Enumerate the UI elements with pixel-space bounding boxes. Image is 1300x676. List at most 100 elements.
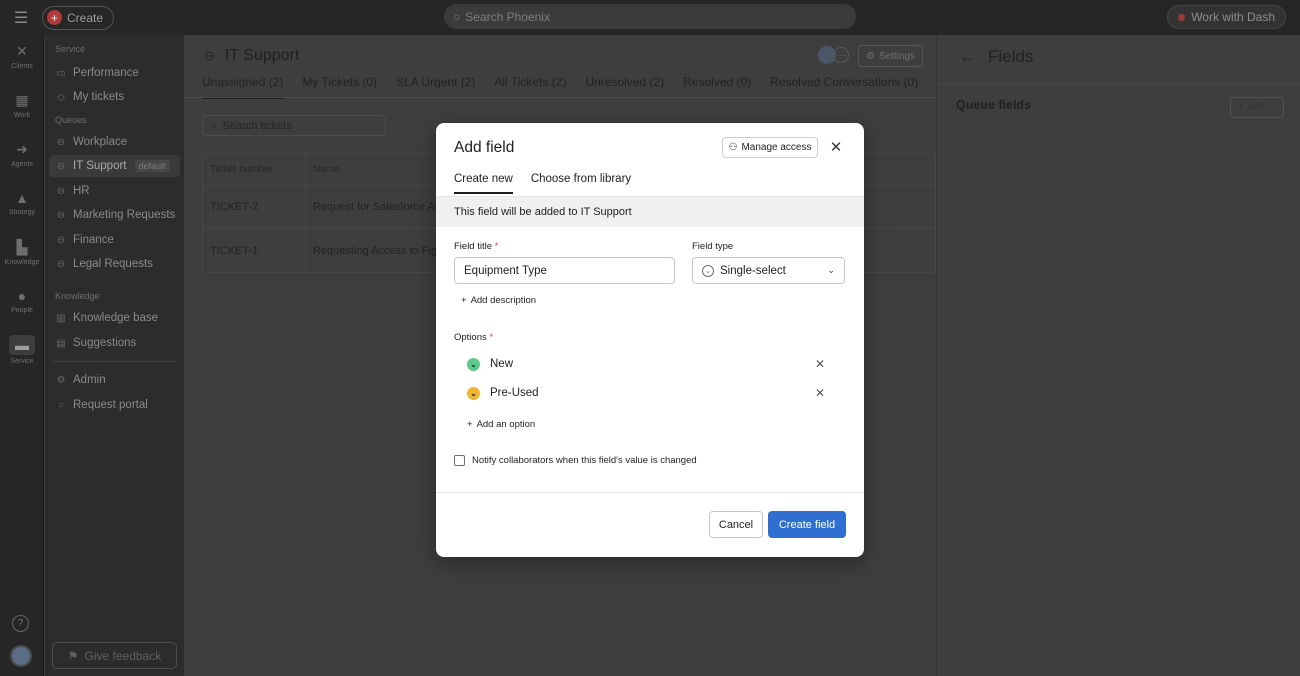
tab-unresolved[interactable]: Unresolved (2) <box>585 75 664 99</box>
sidebar-item-knowledge-base[interactable]: ▥ Knowledge base <box>49 307 180 329</box>
option-label[interactable]: New <box>490 358 513 370</box>
rail-item-work[interactable]: ▦ Work <box>0 92 44 119</box>
user-avatar[interactable] <box>10 645 32 667</box>
sidebar-item-it-support[interactable]: ⊖ IT Support default <box>49 155 180 177</box>
add-option-button[interactable]: + Add an option <box>467 419 535 430</box>
create-button[interactable]: + Create <box>42 5 115 30</box>
field-type-select[interactable]: ⌄ Single-select ⌄ <box>692 257 845 284</box>
ticket-search-placeholder: Search tickets <box>222 119 292 132</box>
tab-all-tickets[interactable]: All Tickets (2) <box>494 75 566 99</box>
rail-item-strategy[interactable]: ▲ Strategy <box>0 190 44 216</box>
sidebar-item-label: IT Support <box>73 160 127 172</box>
create-field-button[interactable]: Create field <box>768 511 846 538</box>
rail-item-agents[interactable]: ➜ Agents <box>0 141 44 168</box>
inbox-icon: ⊖ <box>204 48 215 63</box>
sidebar-item-label: Request portal <box>73 399 148 411</box>
sidebar-item-label: HR <box>73 185 90 197</box>
required-asterisk: * <box>489 332 494 343</box>
field-type-label: Field type <box>692 241 734 252</box>
options-label: Options * <box>454 332 493 343</box>
rail-item-clients[interactable]: ✕ Clients <box>0 43 44 70</box>
work-icon: ▦ <box>15 92 29 108</box>
info-banner: This field will be added to IT Support <box>436 197 864 227</box>
work-with-dash-button[interactable]: Work with Dash <box>1167 5 1286 29</box>
option-color-dot[interactable]: ⌄ <box>467 357 480 371</box>
tab-unassigned[interactable]: Unassigned (2) <box>202 75 284 99</box>
member-avatars[interactable]: ⋯ <box>818 46 850 64</box>
dialog-title: Add field <box>454 139 515 156</box>
search-icon: ○ <box>210 119 217 132</box>
sidebar-item-request-portal[interactable]: ○ Request portal <box>49 394 180 416</box>
plus-icon: + <box>467 419 473 430</box>
sidebar-item-hr[interactable]: ⊖ HR <box>49 180 180 202</box>
rail-item-service[interactable]: ▬ Service <box>0 335 44 365</box>
rail-label-people: People <box>11 307 33 314</box>
remove-option-icon[interactable]: ✕ <box>815 357 825 371</box>
sidebar-item-label: Suggestions <box>73 337 137 349</box>
sidebar-item-my-tickets[interactable]: ◇ My tickets <box>49 86 180 108</box>
inbox-icon: ⊖ <box>56 160 66 172</box>
sidebar-item-marketing-requests[interactable]: ⊖ Marketing Requests <box>49 204 180 226</box>
help-icon[interactable]: ? <box>12 615 29 632</box>
remove-option-icon[interactable]: ✕ <box>815 386 825 400</box>
sidebar-item-legal-requests[interactable]: ⊖ Legal Requests <box>49 253 180 275</box>
chevron-down-icon: ⌄ <box>827 265 835 275</box>
notify-checkbox[interactable] <box>454 455 465 466</box>
rail-item-knowledge[interactable]: ▙ Knowledge <box>0 239 44 266</box>
tab-resolved[interactable]: Resolved (0) <box>683 75 751 99</box>
notify-collaborators-row[interactable]: Notify collaborators when this field's v… <box>454 455 697 466</box>
tab-resolved-conversations[interactable]: Resolved Conversations (0) <box>770 75 918 99</box>
column-header-ticket-number[interactable]: Ticket number <box>203 154 306 185</box>
add-field-dialog: Add field ⚇ Manage access ✕ Create new C… <box>436 123 864 557</box>
add-field-button[interactable]: + Add ⌄ <box>1229 97 1284 118</box>
tab-my-tickets[interactable]: My Tickets (0) <box>302 75 377 99</box>
add-description-button[interactable]: + Add description <box>461 295 536 306</box>
search-icon: ○ <box>453 9 461 24</box>
sidebar-item-performance[interactable]: ▭ Performance <box>49 62 180 84</box>
give-feedback-button[interactable]: ⚑ Give feedback <box>52 642 177 669</box>
single-select-icon: ⌄ <box>702 264 714 277</box>
ticket-search-input[interactable]: ○ Search tickets <box>202 115 386 136</box>
tab-sla-urgent[interactable]: SLA Urgent (2) <box>396 75 475 99</box>
rail-label-service: Service <box>10 358 34 365</box>
option-row[interactable]: ⌄ Pre-Used ✕ <box>467 383 847 403</box>
plus-icon: + <box>1237 102 1244 113</box>
back-arrow-icon[interactable]: ← <box>959 47 976 67</box>
field-title-input[interactable]: Equipment Type <box>454 257 675 284</box>
ticket-icon: ◇ <box>57 91 65 103</box>
service-icon: ▬ <box>9 335 35 355</box>
tab-choose-from-library[interactable]: Choose from library <box>531 173 631 194</box>
settings-icon: ⚙ <box>56 374 66 386</box>
sidebar-item-workplace[interactable]: ⊖ Workplace <box>49 131 180 153</box>
field-title-label: Field title * <box>454 241 498 252</box>
menu-icon[interactable]: ☰ <box>0 8 42 28</box>
queue-fields-heading: Queue fields <box>956 98 1032 112</box>
rail-label-strategy: Strategy <box>8 209 36 216</box>
option-label[interactable]: Pre-Used <box>490 387 539 399</box>
sidebar-item-admin[interactable]: ⚙ Admin <box>49 369 180 391</box>
cancel-button[interactable]: Cancel <box>709 511 763 538</box>
page-title-text: IT Support <box>224 47 300 64</box>
rail-item-people[interactable]: ● People <box>0 288 44 314</box>
sidebar-item-suggestions[interactable]: ▤ Suggestions <box>49 332 180 354</box>
option-color-dot[interactable]: ⌄ <box>467 386 480 400</box>
sliders-icon: ⚙ <box>865 50 875 62</box>
tab-create-new[interactable]: Create new <box>454 173 513 194</box>
sidebar-item-label: Admin <box>73 374 106 386</box>
sidebar-section-queues: Queues <box>55 115 87 125</box>
manage-access-button[interactable]: ⚇ Manage access <box>722 137 818 158</box>
field-title-label-text: Field title <box>454 241 493 252</box>
default-badge: default <box>134 160 170 172</box>
fields-title-text: Fields <box>988 47 1034 66</box>
sidebar-section-knowledge: Knowledge <box>55 291 100 301</box>
sidebar-item-label: Marketing Requests <box>73 209 176 221</box>
rail-label-agents: Agents <box>11 161 33 168</box>
settings-button[interactable]: ⚙ Settings <box>857 45 923 67</box>
create-label: Create <box>67 10 104 25</box>
close-icon[interactable]: ✕ <box>827 137 845 157</box>
sidebar-item-finance[interactable]: ⊖ Finance <box>49 229 180 251</box>
global-search-input[interactable]: ○ Search Phoenix <box>444 4 856 29</box>
option-row[interactable]: ⌄ New ✕ <box>467 354 847 374</box>
fields-panel: ← Fields Queue fields + Add ⌄ <box>936 35 1300 676</box>
inbox-icon: ⊖ <box>56 185 66 197</box>
